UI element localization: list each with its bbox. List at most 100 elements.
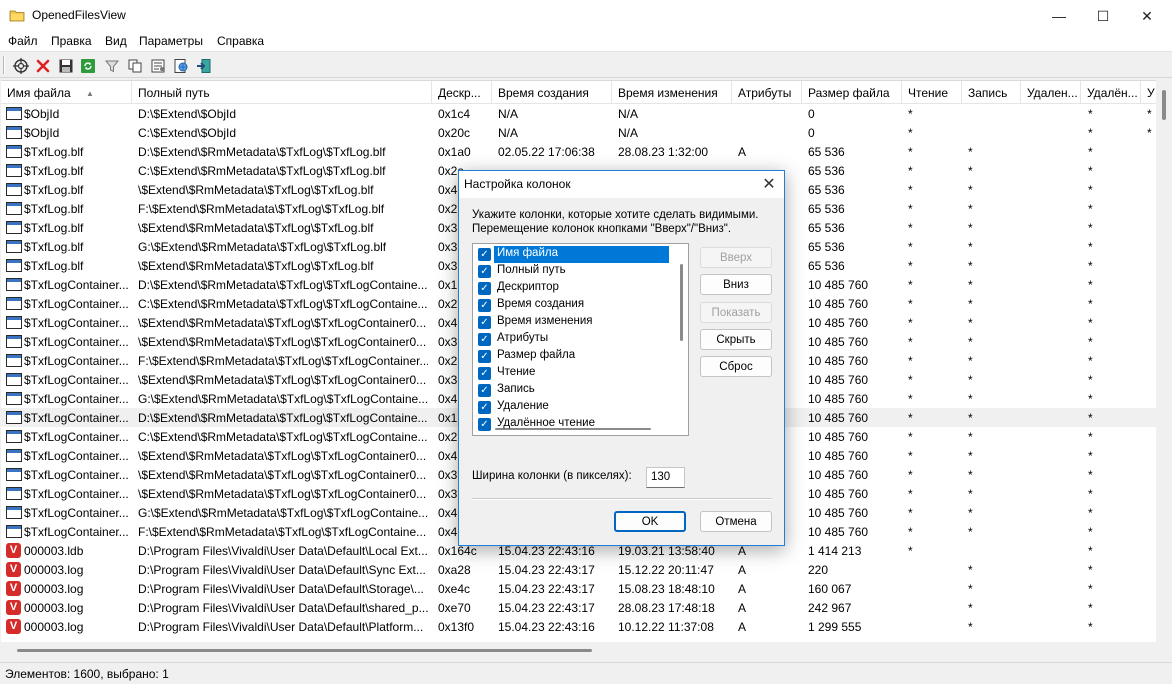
column-header-deleted-read[interactable]: Удалён...: [1081, 81, 1141, 104]
column-list-item[interactable]: ✓ Размер файла: [478, 348, 671, 365]
cell-file-name: $TxfLog.blf: [24, 221, 84, 235]
checkbox-checked-icon[interactable]: ✓: [478, 265, 491, 278]
checkbox-checked-icon[interactable]: ✓: [478, 299, 491, 312]
exit-icon[interactable]: [194, 56, 213, 75]
table-row[interactable]: V 000003.log D:\Program Files\Vivaldi\User…: [1, 560, 1156, 579]
column-header-read[interactable]: Чтение: [902, 81, 962, 104]
vertical-scroll-thumb[interactable]: [1162, 90, 1166, 120]
column-header-attributes[interactable]: Атрибуты: [732, 81, 802, 104]
checkbox-checked-icon[interactable]: ✓: [478, 401, 491, 414]
menu-edit[interactable]: Правка: [51, 34, 92, 48]
cell-full-path: D:\Program Files\Vivaldi\User Data\Defau…: [138, 582, 424, 596]
column-list-item[interactable]: ✓ Дескриптор: [478, 280, 671, 297]
column-header-delete[interactable]: Удален...: [1021, 81, 1081, 104]
column-settings-dialog: Настройка колонок ✕ Укажите колонки, кот…: [458, 170, 785, 546]
cell-attributes: A: [738, 620, 747, 634]
checklist-vertical-scrollbar[interactable]: [677, 246, 687, 432]
cell-file-name: $TxfLogContainer...: [24, 392, 128, 406]
column-header-created[interactable]: Время создания: [492, 81, 612, 104]
menu-options[interactable]: Параметры: [139, 34, 203, 48]
column-header-write[interactable]: Запись: [962, 81, 1021, 104]
checkbox-checked-icon[interactable]: ✓: [478, 316, 491, 329]
cell-modified: 19.03.21 13:58:40: [618, 544, 715, 558]
column-header-modified[interactable]: Время изменения: [612, 81, 732, 104]
delete-icon[interactable]: [33, 56, 52, 75]
column-header-file-size[interactable]: Размер файла: [802, 81, 902, 104]
maximize-button[interactable]: ☐: [1080, 0, 1126, 32]
cell-full-path: C:\$Extend\$RmMetadata\$TxfLog\$TxfLogCo…: [138, 430, 428, 444]
file-icon: [6, 106, 22, 121]
cell-read: *: [908, 392, 913, 406]
column-header-file-name[interactable]: Имя файла ▲: [1, 81, 132, 104]
column-list-item[interactable]: ✓ Удаление: [478, 399, 671, 416]
copy-icon[interactable]: [125, 56, 144, 75]
checkbox-checked-icon[interactable]: ✓: [478, 282, 491, 295]
checkbox-checked-icon[interactable]: ✓: [478, 384, 491, 397]
cell-file-size: 220: [808, 563, 829, 577]
column-list-item[interactable]: ✓ Время изменения: [478, 314, 671, 331]
checkbox-checked-icon[interactable]: ✓: [478, 350, 491, 363]
column-list-item[interactable]: ✓ Удалённое чтение: [478, 416, 671, 433]
table-row[interactable]: $ObjId C:\$Extend\$ObjId 0x20c N/A N/A 0 * * *: [1, 123, 1156, 142]
cell-file-size: 10 485 760: [808, 316, 869, 330]
checkbox-checked-icon[interactable]: ✓: [478, 248, 491, 261]
table-row[interactable]: $ObjId D:\$Extend\$ObjId 0x1c4 N/A N/A 0 * * *: [1, 104, 1156, 123]
reset-button[interactable]: Сброс: [700, 356, 772, 377]
column-list-item[interactable]: ✓ Время создания: [478, 297, 671, 314]
horizontal-scrollbar[interactable]: [1, 642, 1156, 659]
horizontal-scroll-thumb[interactable]: [17, 649, 592, 652]
cell-modified: N/A: [618, 107, 639, 121]
move-down-button[interactable]: Вниз: [700, 274, 772, 295]
column-list-item[interactable]: ✓ Чтение: [478, 365, 671, 382]
checklist-scroll-thumb[interactable]: [680, 264, 683, 341]
dialog-title-bar: Настройка колонок ✕: [459, 171, 784, 198]
column-header-full-path[interactable]: Полный путь: [132, 81, 432, 104]
cell-deleted-read: *: [1088, 373, 1093, 387]
checkbox-checked-icon[interactable]: ✓: [478, 367, 491, 380]
menu-file[interactable]: Файл: [8, 34, 38, 48]
column-header-handle[interactable]: Дескр...: [432, 81, 492, 104]
column-width-input[interactable]: 130: [646, 467, 685, 488]
refresh-icon[interactable]: [78, 56, 97, 75]
close-button[interactable]: ✕: [1124, 0, 1170, 32]
file-icon: [6, 220, 22, 235]
table-row[interactable]: V 000003.log D:\Program Files\Vivaldi\User…: [1, 617, 1156, 636]
cell-created: N/A: [498, 126, 519, 140]
table-row[interactable]: V 000003.log D:\Program Files\Vivaldi\User…: [1, 579, 1156, 598]
cell-file-name: 000003.log: [24, 563, 84, 577]
save-icon[interactable]: [56, 56, 75, 75]
checkbox-checked-icon[interactable]: ✓: [478, 333, 491, 346]
checkbox-checked-icon[interactable]: ✓: [478, 418, 491, 431]
menu-help[interactable]: Справка: [217, 34, 264, 48]
cell-file-name: $TxfLogContainer...: [24, 316, 128, 330]
show-button[interactable]: Показать: [700, 302, 772, 323]
filter-icon[interactable]: [102, 56, 121, 75]
cell-file-name: $TxfLog.blf: [24, 259, 84, 273]
vertical-scrollbar[interactable]: [1156, 80, 1172, 642]
cell-read: *: [908, 183, 913, 197]
menu-view[interactable]: Вид: [105, 34, 127, 48]
column-header-more[interactable]: У: [1141, 81, 1156, 104]
cell-handle: 0x13f0: [438, 620, 475, 634]
table-row[interactable]: $TxfLog.blf D:\$Extend\$RmMetadata\$TxfLo…: [1, 142, 1156, 161]
hide-button[interactable]: Скрыть: [700, 329, 772, 350]
move-up-button[interactable]: Вверх: [700, 247, 772, 268]
minimize-button[interactable]: —: [1036, 0, 1082, 32]
cancel-button[interactable]: Отмена: [700, 511, 772, 532]
properties-icon[interactable]: [148, 56, 167, 75]
cell-file-size: 10 485 760: [808, 335, 869, 349]
column-list-item[interactable]: ✓ Полный путь: [478, 263, 671, 280]
cell-created: 15.04.23 22:43:17: [498, 563, 595, 577]
column-list-item-label: Чтение: [497, 366, 536, 378]
ok-button[interactable]: OK: [614, 511, 686, 532]
target-icon[interactable]: [11, 56, 30, 75]
column-list-item[interactable]: ✓ Запись: [478, 382, 671, 399]
html-report-icon[interactable]: [171, 56, 190, 75]
column-list-item[interactable]: ✓ Имя файла: [478, 246, 671, 263]
cell-file-size: 10 485 760: [808, 392, 869, 406]
cell-write: *: [968, 354, 973, 368]
column-checklist[interactable]: ✓ Имя файла ✓ Полный путь ✓ Дескриптор ✓ Время …: [472, 243, 689, 436]
column-list-item[interactable]: ✓ Атрибуты: [478, 331, 671, 348]
dialog-close-button[interactable]: ✕: [757, 173, 781, 195]
table-row[interactable]: V 000003.log D:\Program Files\Vivaldi\User…: [1, 598, 1156, 617]
